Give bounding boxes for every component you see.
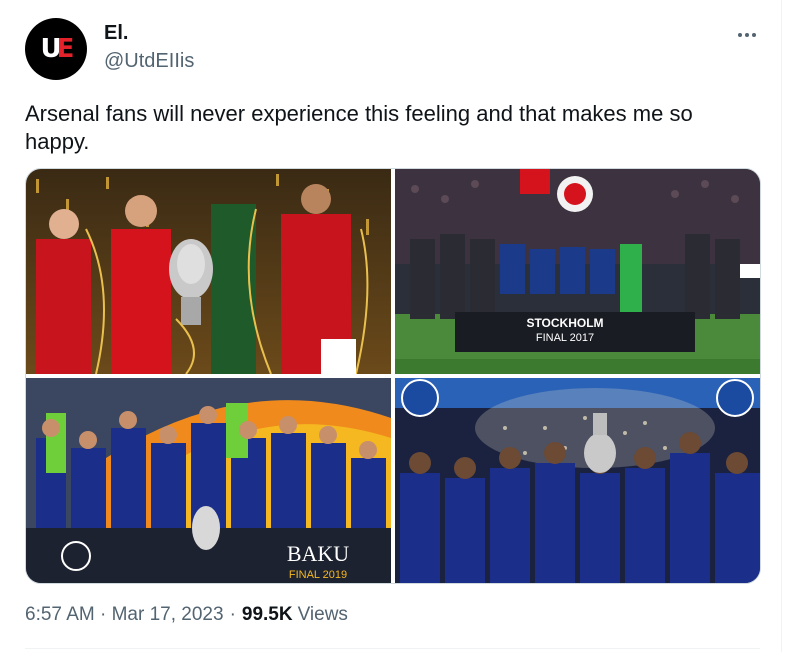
media-banner-line2: FINAL 2019 xyxy=(289,569,347,581)
media-photo-2[interactable]: STOCKHOLM FINAL 2017 xyxy=(395,169,760,374)
tweet-meta: 6:57 AM · Mar 17, 2023 · 99.5K Views xyxy=(25,604,348,626)
tweet-text: Arsenal fans will never experience this … xyxy=(25,101,693,154)
divider xyxy=(25,648,760,649)
views-label: Views xyxy=(297,604,348,625)
media-banner-line2: FINAL 2017 xyxy=(536,332,594,344)
avatar[interactable]: UE xyxy=(25,18,87,80)
media-grid: STOCKHOLM FINAL 2017 BAKU FINAL 2019 xyxy=(25,168,761,584)
views-count: 99.5K xyxy=(241,604,293,625)
media-banner-line1: BAKU xyxy=(287,541,349,566)
tweet-timestamp[interactable]: 6:57 AM · Mar 17, 2023 xyxy=(25,604,224,626)
media-banner-line1: STOCKHOLM xyxy=(526,316,603,330)
media-photo-4[interactable] xyxy=(395,378,760,583)
meta-separator: · xyxy=(229,604,236,625)
author-handle[interactable]: @UtdEIIis xyxy=(104,50,194,73)
media-photo-3[interactable]: BAKU FINAL 2019 xyxy=(26,378,391,583)
author-display-name[interactable]: El. xyxy=(104,22,128,45)
media-photo-1[interactable] xyxy=(26,169,391,374)
account-logo-icon: UE xyxy=(40,34,75,64)
tweet-card: UE El. @UtdEIIis Arsenal fans will never… xyxy=(0,0,782,652)
more-options-icon[interactable] xyxy=(732,20,762,50)
